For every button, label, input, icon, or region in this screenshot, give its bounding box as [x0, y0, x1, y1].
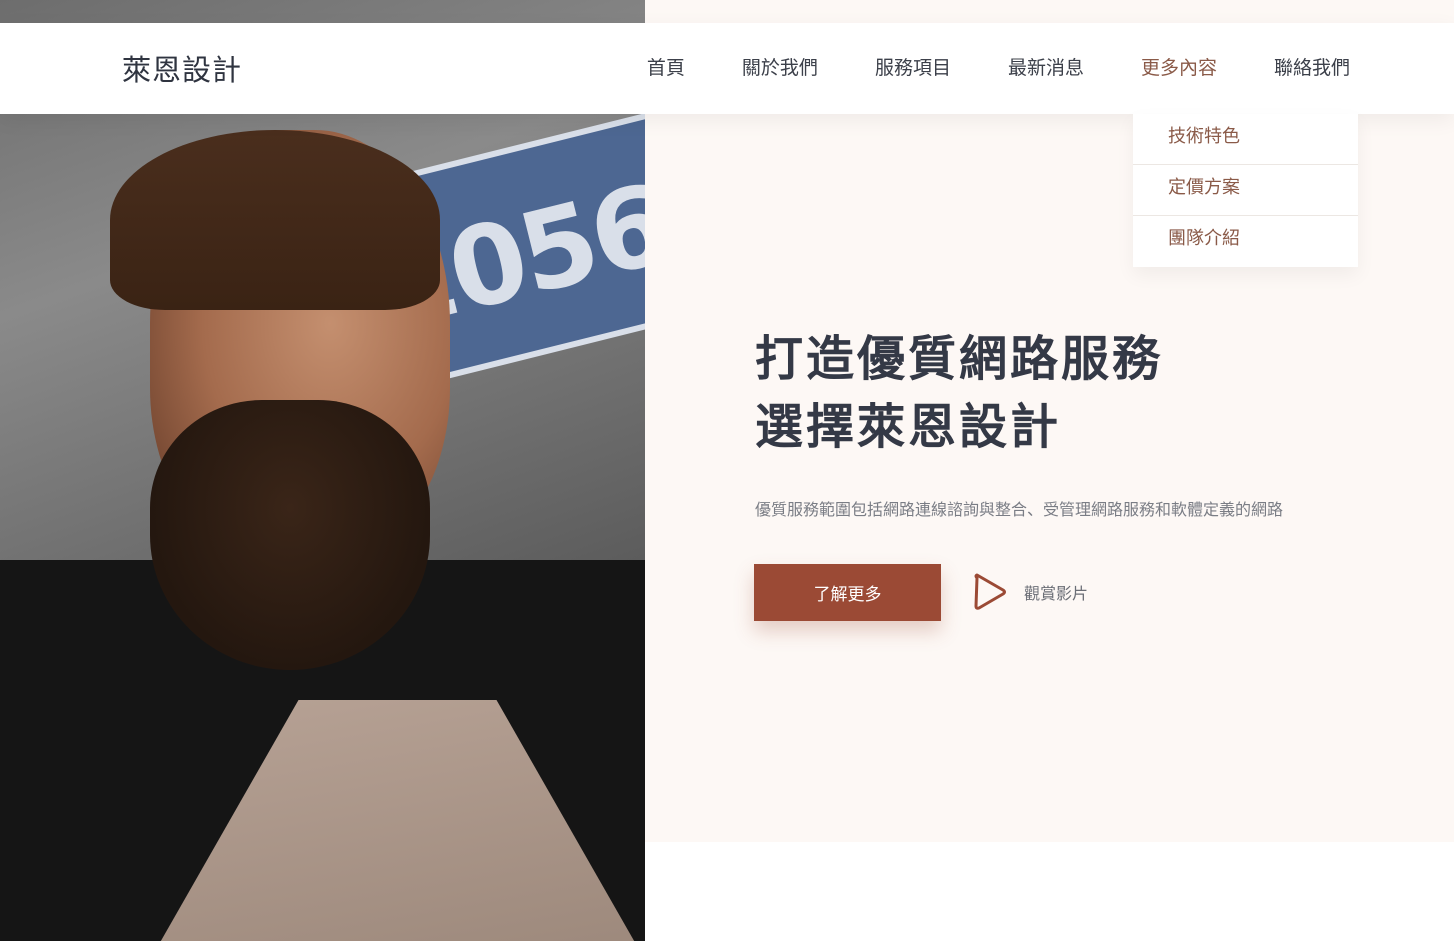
play-icon[interactable]	[970, 572, 1010, 612]
site-logo[interactable]: 萊恩設計	[122, 47, 242, 89]
nav-item-home[interactable]: 首頁	[647, 53, 685, 80]
hero-headline-line1: 打造優質網路服務	[755, 331, 1164, 387]
more-dropdown-menu: 技術特色 定價方案 團隊介紹	[1133, 114, 1358, 267]
learn-more-button[interactable]: 了解更多	[754, 564, 941, 621]
hero-image-beard	[150, 400, 430, 670]
hero-headline-line2: 選擇萊恩設計	[755, 399, 1062, 455]
dropdown-item-team[interactable]: 團隊介紹	[1133, 216, 1358, 267]
nav-item-about[interactable]: 關於我們	[742, 53, 818, 80]
main-nav: 首頁 關於我們 服務項目 最新消息 更多內容 聯絡我們	[590, 53, 1350, 80]
dropdown-item-features[interactable]: 技術特色	[1133, 114, 1358, 165]
hero-subtitle: 優質服務範圍包括網路連線諮詢與整合、受管理網路服務和軟體定義的網路	[755, 500, 1284, 519]
nav-item-news[interactable]: 最新消息	[1008, 53, 1084, 80]
hero-headline: 打造優質網路服務 選擇萊恩設計	[755, 325, 1163, 461]
nav-item-contact[interactable]: 聯絡我們	[1274, 53, 1350, 80]
nav-item-more[interactable]: 更多內容	[1141, 53, 1217, 80]
nav-item-services[interactable]: 服務項目	[875, 53, 951, 80]
dropdown-item-pricing[interactable]: 定價方案	[1133, 165, 1358, 216]
watch-video-label: 觀賞影片	[1024, 584, 1089, 603]
site-header: 萊恩設計 首頁 關於我們 服務項目 最新消息 更多內容 聯絡我們	[0, 23, 1454, 114]
watch-video-link[interactable]: 觀賞影片	[970, 572, 1088, 612]
hero-image-hair	[110, 130, 440, 310]
hero-image: 1056	[0, 0, 645, 941]
